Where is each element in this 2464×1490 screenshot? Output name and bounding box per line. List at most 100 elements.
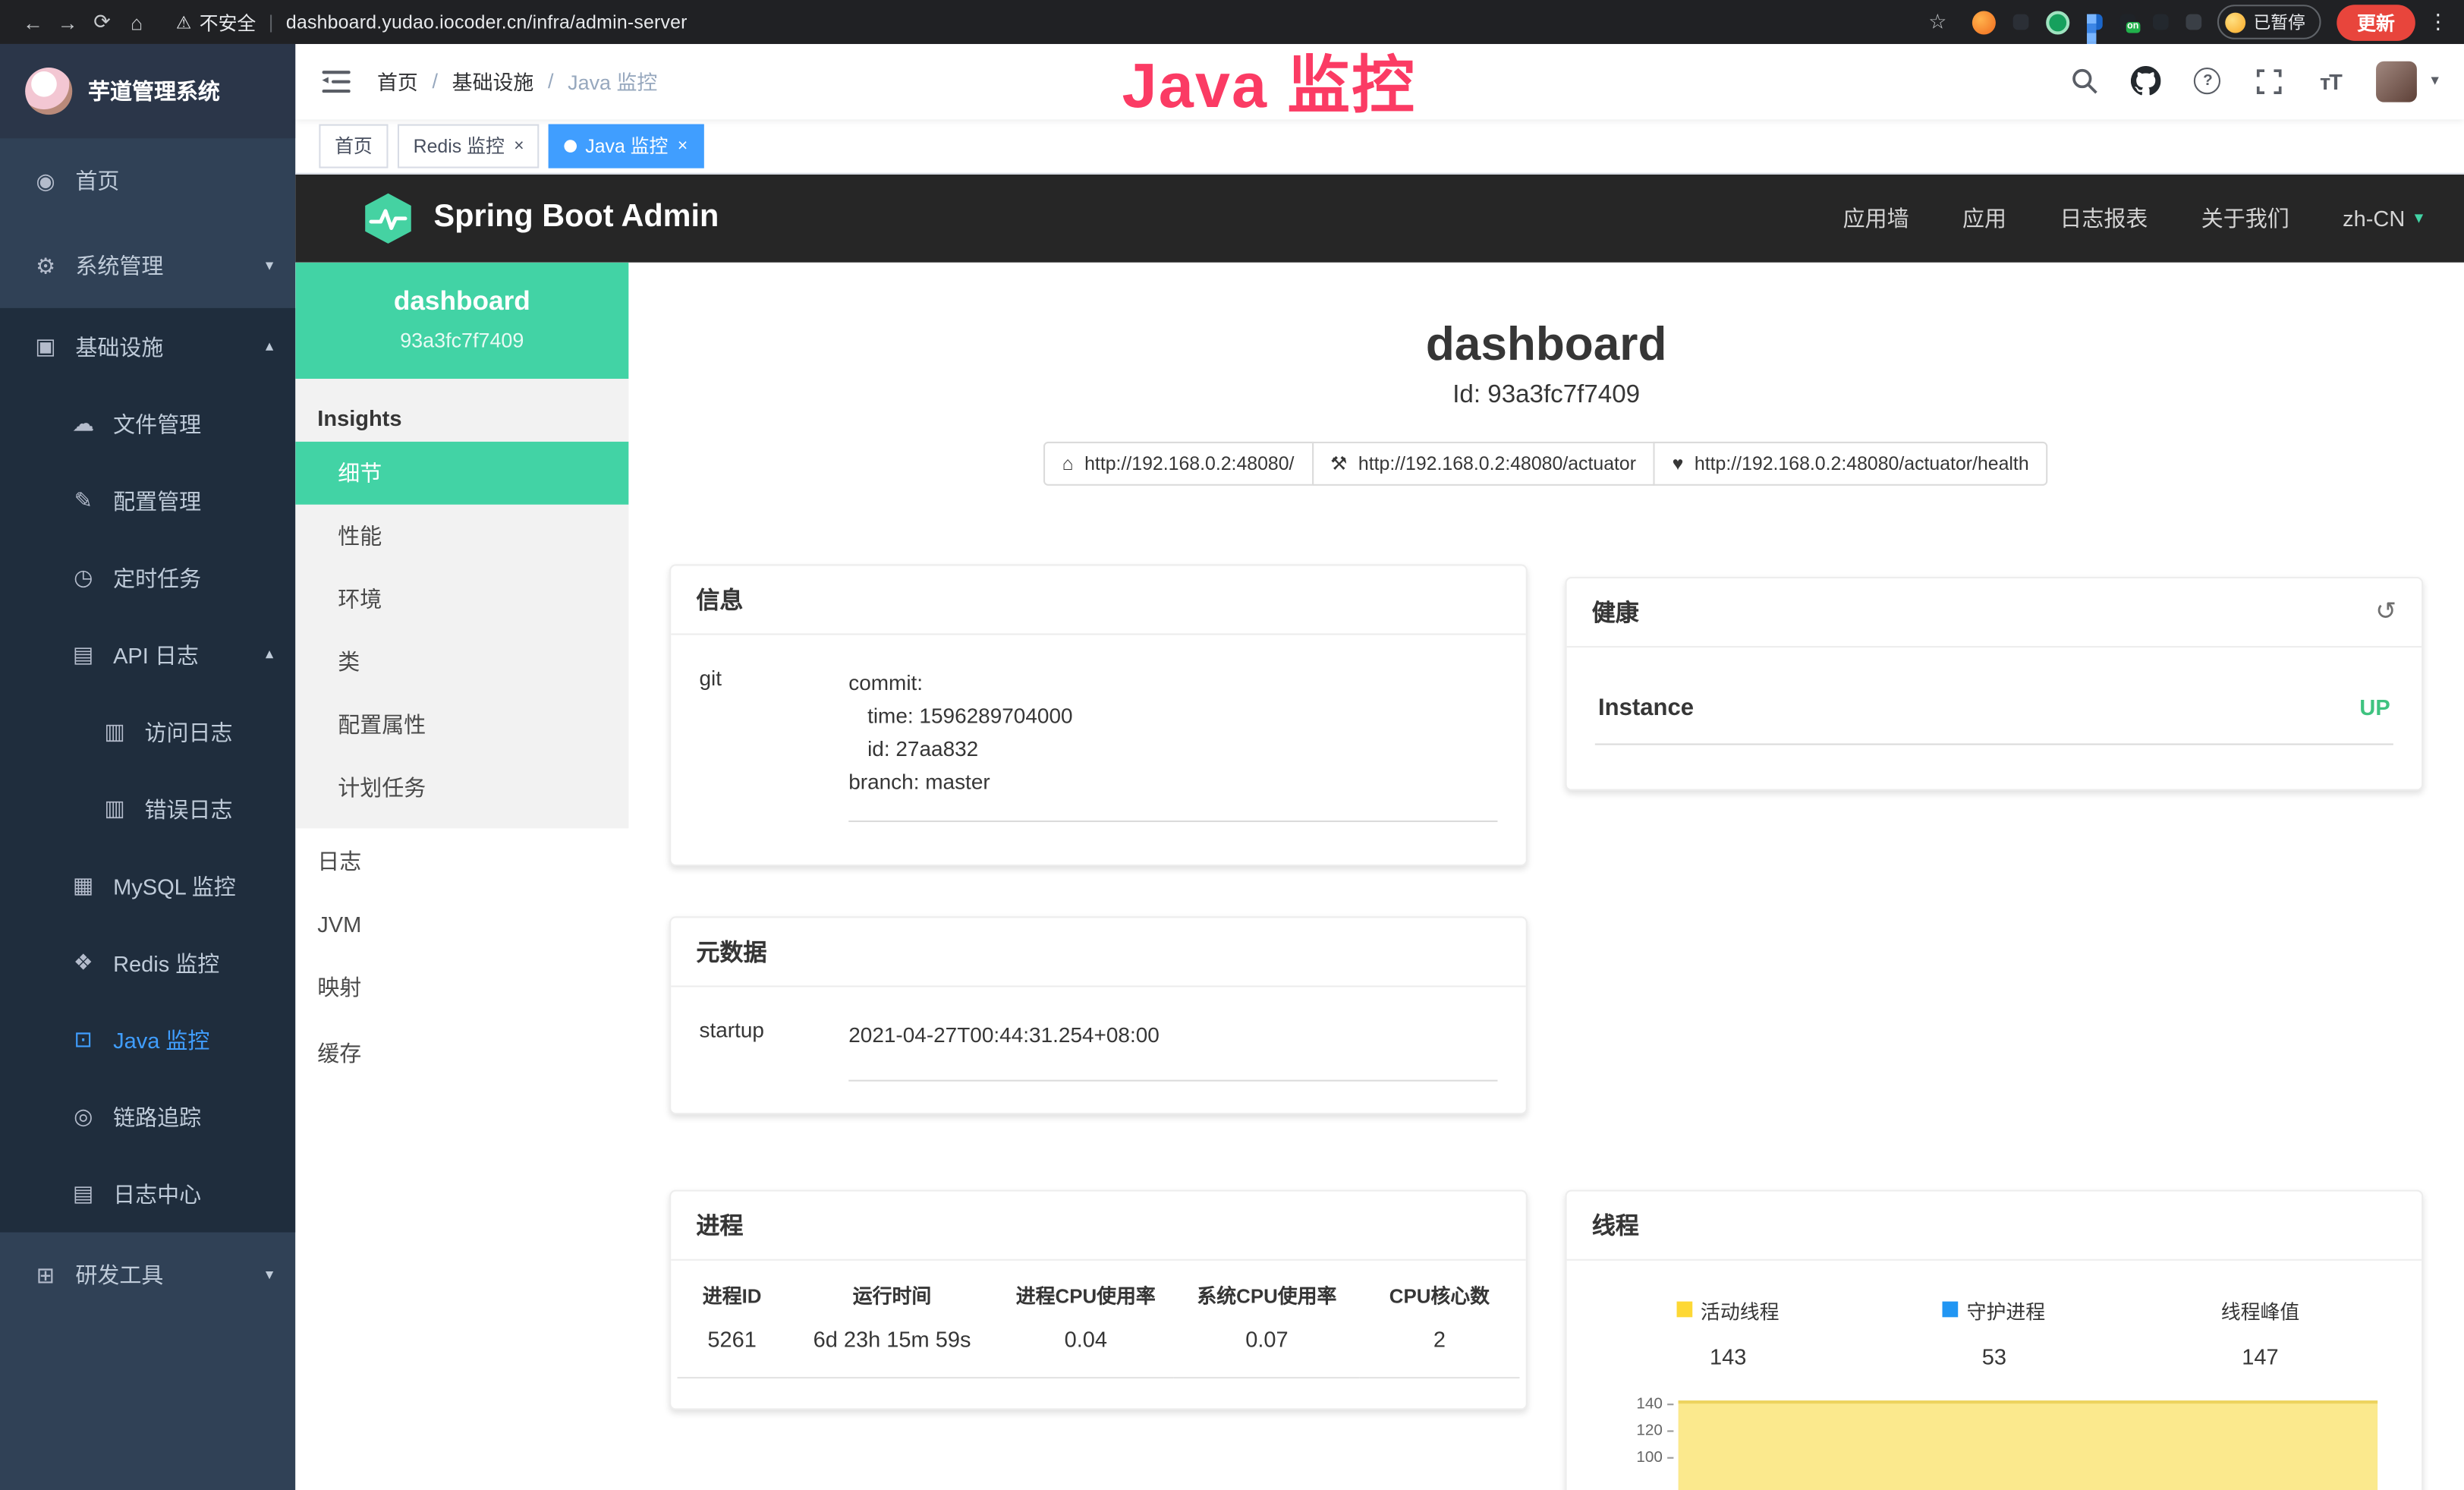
sidebar-menu: ◉ 首页 ⚙ 系统管理 ▾ ▣ 基础设施 ▴ ☁ 文件管理 [0,138,295,1317]
extension-leaf-icon[interactable] [2153,14,2169,30]
sidebar-item-tracing[interactable]: ◎ 链路追踪 [0,1079,295,1155]
sidebar-item-dev-tools[interactable]: ⊞ 研发工具 ▾ [0,1233,295,1318]
sidebar-item-java-monitor[interactable]: ⊡ Java 监控 [0,1001,295,1078]
sidebar-item-label: 基础设施 [75,331,163,362]
sba-nav-about[interactable]: 关于我们 [2201,203,2289,234]
cards-left-column: 信息 git commit: time: 1596289704000 id: 2… [669,564,1528,1490]
sba-item-jvm[interactable]: JVM [295,894,628,954]
app-logo-row[interactable]: 芋道管理系统 [0,44,295,138]
tab-redis-monitor[interactable]: Redis 监控 × [398,124,540,168]
site-security-chip[interactable]: ⚠ 不安全 [176,8,256,35]
sidebar-item-label: MySQL 监控 [113,870,236,901]
sidebar-item-home[interactable]: ◉ 首页 [0,138,295,223]
info-card-title: 信息 [671,565,1526,635]
log-center-icon: ▤ [69,1180,97,1207]
tab-java-monitor[interactable]: Java 监控 × [549,124,703,168]
github-icon[interactable] [2131,66,2162,97]
timer-icon: ◷ [69,564,97,591]
threads-chart-yaxis: 140 120 100 [1620,1391,1673,1471]
search-icon[interactable] [2069,66,2101,97]
help-icon[interactable]: ? [2192,66,2223,97]
sba-language-select[interactable]: zh-CN ▾ [2343,206,2423,231]
tab-home[interactable]: 首页 [319,124,388,168]
database-icon: ▦ [69,872,97,899]
sba-insights-group: Insights 细节 性能 环境 类 配置属性 计划任务 [295,379,628,828]
admin-sidebar: 芋道管理系统 ◉ 首页 ⚙ 系统管理 ▾ ▣ 基础设施 ▴ [0,44,295,1490]
bookmark-star-icon[interactable]: ☆ [1920,9,1955,34]
sba-nav-journal[interactable]: 日志报表 [2060,203,2148,234]
dashboard-icon: ◉ [31,168,59,194]
sidebar-item-scheduled-jobs[interactable]: ◷ 定时任务 [0,539,295,616]
sidebar-item-redis-monitor[interactable]: ❖ Redis 监控 [0,925,295,1001]
sba-item-loggers[interactable]: 日志 [295,828,628,894]
sidebar-fold-icon[interactable] [320,66,351,97]
breadcrumb-infra[interactable]: 基础设施 [452,67,534,96]
y-tick: 120 [1620,1418,1673,1444]
sba-item-details[interactable]: 细节 [295,442,628,505]
main-column: 首页 / 基础设施 / Java 监控 ? [295,44,2464,1490]
sidebar-item-infrastructure[interactable]: ▣ 基础设施 ▴ [0,308,295,385]
sba-nav: 应用墙 应用 日志报表 关于我们 zh-CN ▾ [1843,203,2424,234]
extension-pin-icon[interactable] [2186,14,2201,30]
sba-nav-applications[interactable]: 应用 [1962,203,2006,234]
sidebar-item-error-logs[interactable]: ▥ 错误日志 [0,770,295,847]
fullscreen-icon[interactable] [2253,66,2284,97]
sidebar-item-log-center[interactable]: ▤ 日志中心 [0,1155,295,1232]
sidebar-item-label: 配置管理 [113,485,201,516]
service-url-button[interactable]: ⌂ http://192.168.0.2:48080/ [1043,442,1314,486]
tab-label: 首页 [335,133,373,159]
address-bar-url[interactable]: dashboard.yudao.iocoder.cn/infra/admin-s… [286,11,688,33]
reload-icon[interactable]: ⟳ [85,9,120,34]
forward-icon[interactable]: → [50,10,85,33]
browser-menu-icon[interactable]: ⋮ [2428,9,2448,34]
sidebar-item-config-manage[interactable]: ✎ 配置管理 [0,462,295,539]
sidebar-item-mysql-monitor[interactable]: ▦ MySQL 监控 [0,847,295,924]
user-avatar[interactable] [2376,61,2417,102]
actuator-url-button[interactable]: ⚒ http://192.168.0.2:48080/actuator [1311,442,1655,486]
breadcrumb-home[interactable]: 首页 [377,67,418,96]
sidebar-item-access-logs[interactable]: ▥ 访问日志 [0,693,295,770]
app-logo [25,68,72,115]
profile-paused-badge[interactable]: 已暂停 [2217,5,2321,39]
history-icon[interactable]: ↺ [2375,597,2396,628]
health-instance-label: Instance [1598,695,1694,721]
sba-logo-icon [361,191,414,244]
process-card-title: 进程 [671,1191,1526,1260]
back-icon[interactable]: ← [16,10,51,33]
sidebar-item-api-logs[interactable]: ▤ API 日志 ▴ [0,616,295,693]
sba-item-config-props[interactable]: 配置属性 [295,693,628,756]
extension-grid-icon[interactable] [2087,14,2103,30]
extension-orange-icon[interactable] [1972,10,1996,33]
sba-nav-wallboard[interactable]: 应用墙 [1843,203,1909,234]
font-size-icon[interactable]: тТ [2315,66,2346,97]
sba-item-mappings[interactable]: 映射 [295,954,628,1020]
health-url-button[interactable]: ♥ http://192.168.0.2:48080/actuator/heal… [1654,442,2048,486]
avatar-caret-icon[interactable]: ▾ [2431,73,2438,90]
chevron-down-icon: ▾ [266,257,273,275]
chevron-down-icon: ▾ [2415,208,2423,228]
sidebar-item-label: 错误日志 [145,793,233,824]
sba-item-beans[interactable]: 类 [295,630,628,693]
active-threads-value: 143 [1595,1344,1861,1369]
process-value: 2 [1360,1320,1520,1378]
sba-header: Spring Boot Admin 应用墙 应用 日志报表 关于我们 zh-CN… [295,175,2464,263]
profile-avatar-emoji [2225,12,2245,33]
sba-item-scheduled-tasks[interactable]: 计划任务 [295,756,628,819]
close-icon[interactable]: × [678,137,688,156]
extension-green-icon[interactable] [2046,10,2069,33]
sba-item-metrics[interactable]: 性能 [295,504,628,567]
browser-home-icon[interactable]: ⌂ [119,10,154,33]
browser-update-button[interactable]: 更新 [2337,4,2415,40]
extension-on-icon[interactable]: on [2119,14,2135,30]
sba-instance-block[interactable]: dashboard 93a3fc7f7409 [295,263,628,379]
sidebar-item-system[interactable]: ⚙ 系统管理 ▾ [0,223,295,308]
process-card: 进程 进程ID 运行时间 进程CPU使用率 系统CPU使用率 CPU核心数 52… [669,1189,1528,1410]
extension-drop-icon[interactable] [2013,14,2029,30]
actuator-url: http://192.168.0.2:48080/actuator [1358,452,1636,474]
chevron-down-icon: ▾ [266,1266,273,1284]
close-icon[interactable]: × [514,137,524,156]
git-time-line: time: 1596289704000 [848,699,1497,732]
sidebar-item-file-manage[interactable]: ☁ 文件管理 [0,385,295,461]
sba-item-environment[interactable]: 环境 [295,567,628,630]
sba-item-caches[interactable]: 缓存 [295,1020,628,1086]
